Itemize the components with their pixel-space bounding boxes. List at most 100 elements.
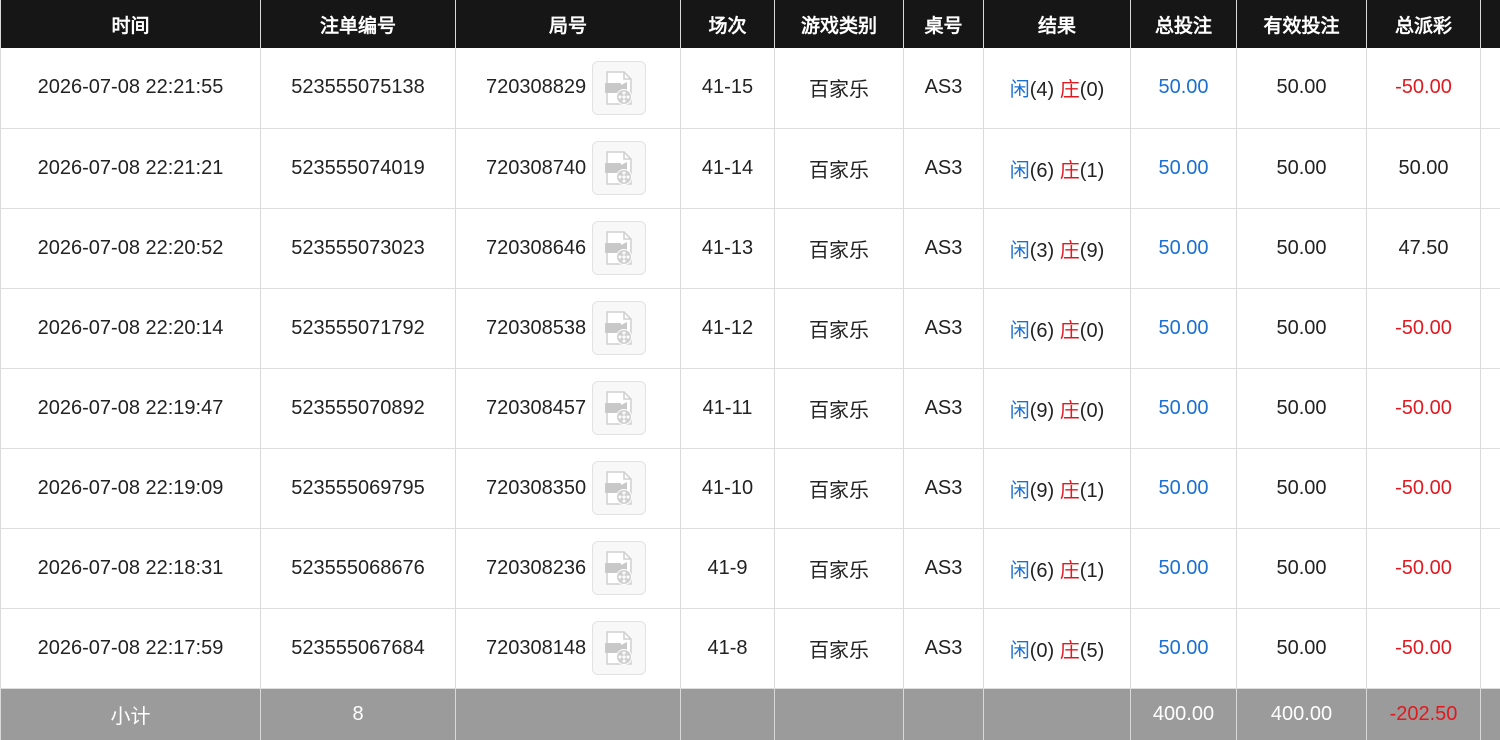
cell-game-type: 百家乐 [774,608,904,689]
table-row: 2026-07-08 22:17:59 523555067684 7203081… [0,608,1500,689]
subtotal-row: 小计 8 400.00 400.00 -202.50 [0,688,1500,740]
cell-time: 2026-07-08 22:20:52 [0,208,261,289]
cell-payout: -50.00 [1366,448,1481,529]
cell-round-number: 720308148 [455,608,681,689]
video-replay-icon [605,391,633,425]
cell-shoe: 41-15 [680,48,775,129]
cell-result: 闲(6) 庄(1) [983,128,1131,209]
cell-extra [1480,608,1500,689]
video-replay-button[interactable] [592,141,647,195]
table-row: 2026-07-08 22:21:55 523555075138 7203088… [0,48,1500,129]
cell-table-number: AS3 [903,288,984,369]
cell-extra [1480,208,1500,289]
subtotal-empty [983,688,1131,740]
video-replay-button[interactable] [592,221,647,275]
header-valid-bet: 有效投注 [1236,0,1367,48]
round-number-text: 720308740 [486,156,587,179]
cell-extra [1480,288,1500,369]
subtotal-empty [903,688,984,740]
cell-payout: 47.50 [1366,208,1481,289]
cell-round-number: 720308829 [455,48,681,129]
video-replay-icon [605,471,633,505]
cell-total-bet: 50.00 [1130,48,1237,129]
header-game-type: 游戏类别 [774,0,904,48]
subtotal-valid-bet: 400.00 [1236,688,1367,740]
video-replay-button[interactable] [592,541,647,595]
header-round-number: 局号 [455,0,681,48]
cell-game-type: 百家乐 [774,208,904,289]
table-row: 2026-07-08 22:20:14 523555071792 7203085… [0,288,1500,369]
header-shoe: 场次 [680,0,775,48]
cell-table-number: AS3 [903,48,984,129]
cell-time: 2026-07-08 22:18:31 [0,528,261,609]
round-number-text: 720308538 [486,316,587,339]
cell-total-bet: 50.00 [1130,528,1237,609]
result-banker-label: 庄 [1059,559,1080,582]
result-banker-score: (0) [1079,79,1105,102]
video-replay-icon [605,311,633,345]
cell-extra [1480,528,1500,609]
subtotal-extra [1480,688,1500,740]
cell-bet-number: 523555073023 [260,208,456,289]
cell-valid-bet: 50.00 [1236,448,1367,529]
cell-result: 闲(9) 庄(1) [983,448,1131,529]
cell-total-bet: 50.00 [1130,608,1237,689]
cell-time: 2026-07-08 22:21:55 [0,48,261,129]
result-player-label: 闲 [1009,79,1030,102]
cell-table-number: AS3 [903,128,984,209]
result-banker-score: (1) [1079,559,1105,582]
cell-valid-bet: 50.00 [1236,528,1367,609]
cell-table-number: AS3 [903,448,984,529]
header-row: 时间 注单编号 局号 场次 游戏类别 桌号 结果 总投注 有效投注 总派彩 [0,0,1500,48]
header-result: 结果 [983,0,1131,48]
header-total-bet: 总投注 [1130,0,1237,48]
cell-shoe: 41-10 [680,448,775,529]
cell-result: 闲(4) 庄(0) [983,48,1131,129]
table-body: 2026-07-08 22:21:55 523555075138 7203088… [0,48,1500,689]
cell-round-number: 720308350 [455,448,681,529]
video-replay-icon [605,151,633,185]
cell-payout: -50.00 [1366,48,1481,129]
result-banker-score: (9) [1079,239,1105,262]
cell-result: 闲(6) 庄(1) [983,528,1131,609]
cell-shoe: 41-13 [680,208,775,289]
result-banker-label: 庄 [1059,399,1080,422]
cell-valid-bet: 50.00 [1236,288,1367,369]
video-replay-button[interactable] [592,60,647,115]
table-row: 2026-07-08 22:21:21 523555074019 7203087… [0,128,1500,209]
result-banker-score: (1) [1079,479,1105,502]
cell-bet-number: 523555069795 [260,448,456,529]
cell-valid-bet: 50.00 [1236,48,1367,129]
cell-table-number: AS3 [903,528,984,609]
subtotal-empty [680,688,775,740]
cell-total-bet: 50.00 [1130,368,1237,449]
cell-payout: -50.00 [1366,608,1481,689]
result-banker-label: 庄 [1059,319,1080,342]
video-replay-button[interactable] [592,461,647,515]
video-replay-button[interactable] [592,301,647,355]
cell-extra [1480,368,1500,449]
cell-valid-bet: 50.00 [1236,208,1367,289]
video-replay-button[interactable] [592,381,647,435]
cell-round-number: 720308538 [455,288,681,369]
cell-round-number: 720308646 [455,208,681,289]
result-player-label: 闲 [1009,399,1030,422]
cell-time: 2026-07-08 22:20:14 [0,288,261,369]
cell-time: 2026-07-08 22:21:21 [0,128,261,209]
cell-game-type: 百家乐 [774,448,904,529]
result-player-score: (3) [1029,239,1055,262]
video-replay-button[interactable] [592,621,647,675]
round-number-text: 720308236 [486,556,587,579]
result-banker-label: 庄 [1059,239,1080,262]
cell-payout: -50.00 [1366,368,1481,449]
cell-table-number: AS3 [903,208,984,289]
cell-shoe: 41-12 [680,288,775,369]
result-player-label: 闲 [1009,319,1030,342]
cell-shoe: 41-8 [680,608,775,689]
round-number-text: 720308350 [486,476,587,499]
header-time: 时间 [0,0,261,48]
round-number-text: 720308148 [486,636,587,659]
result-banker-score: (1) [1079,159,1105,182]
bet-records-table: 时间 注单编号 局号 场次 游戏类别 桌号 结果 总投注 有效投注 总派彩 20… [0,0,1500,740]
cell-extra [1480,128,1500,209]
